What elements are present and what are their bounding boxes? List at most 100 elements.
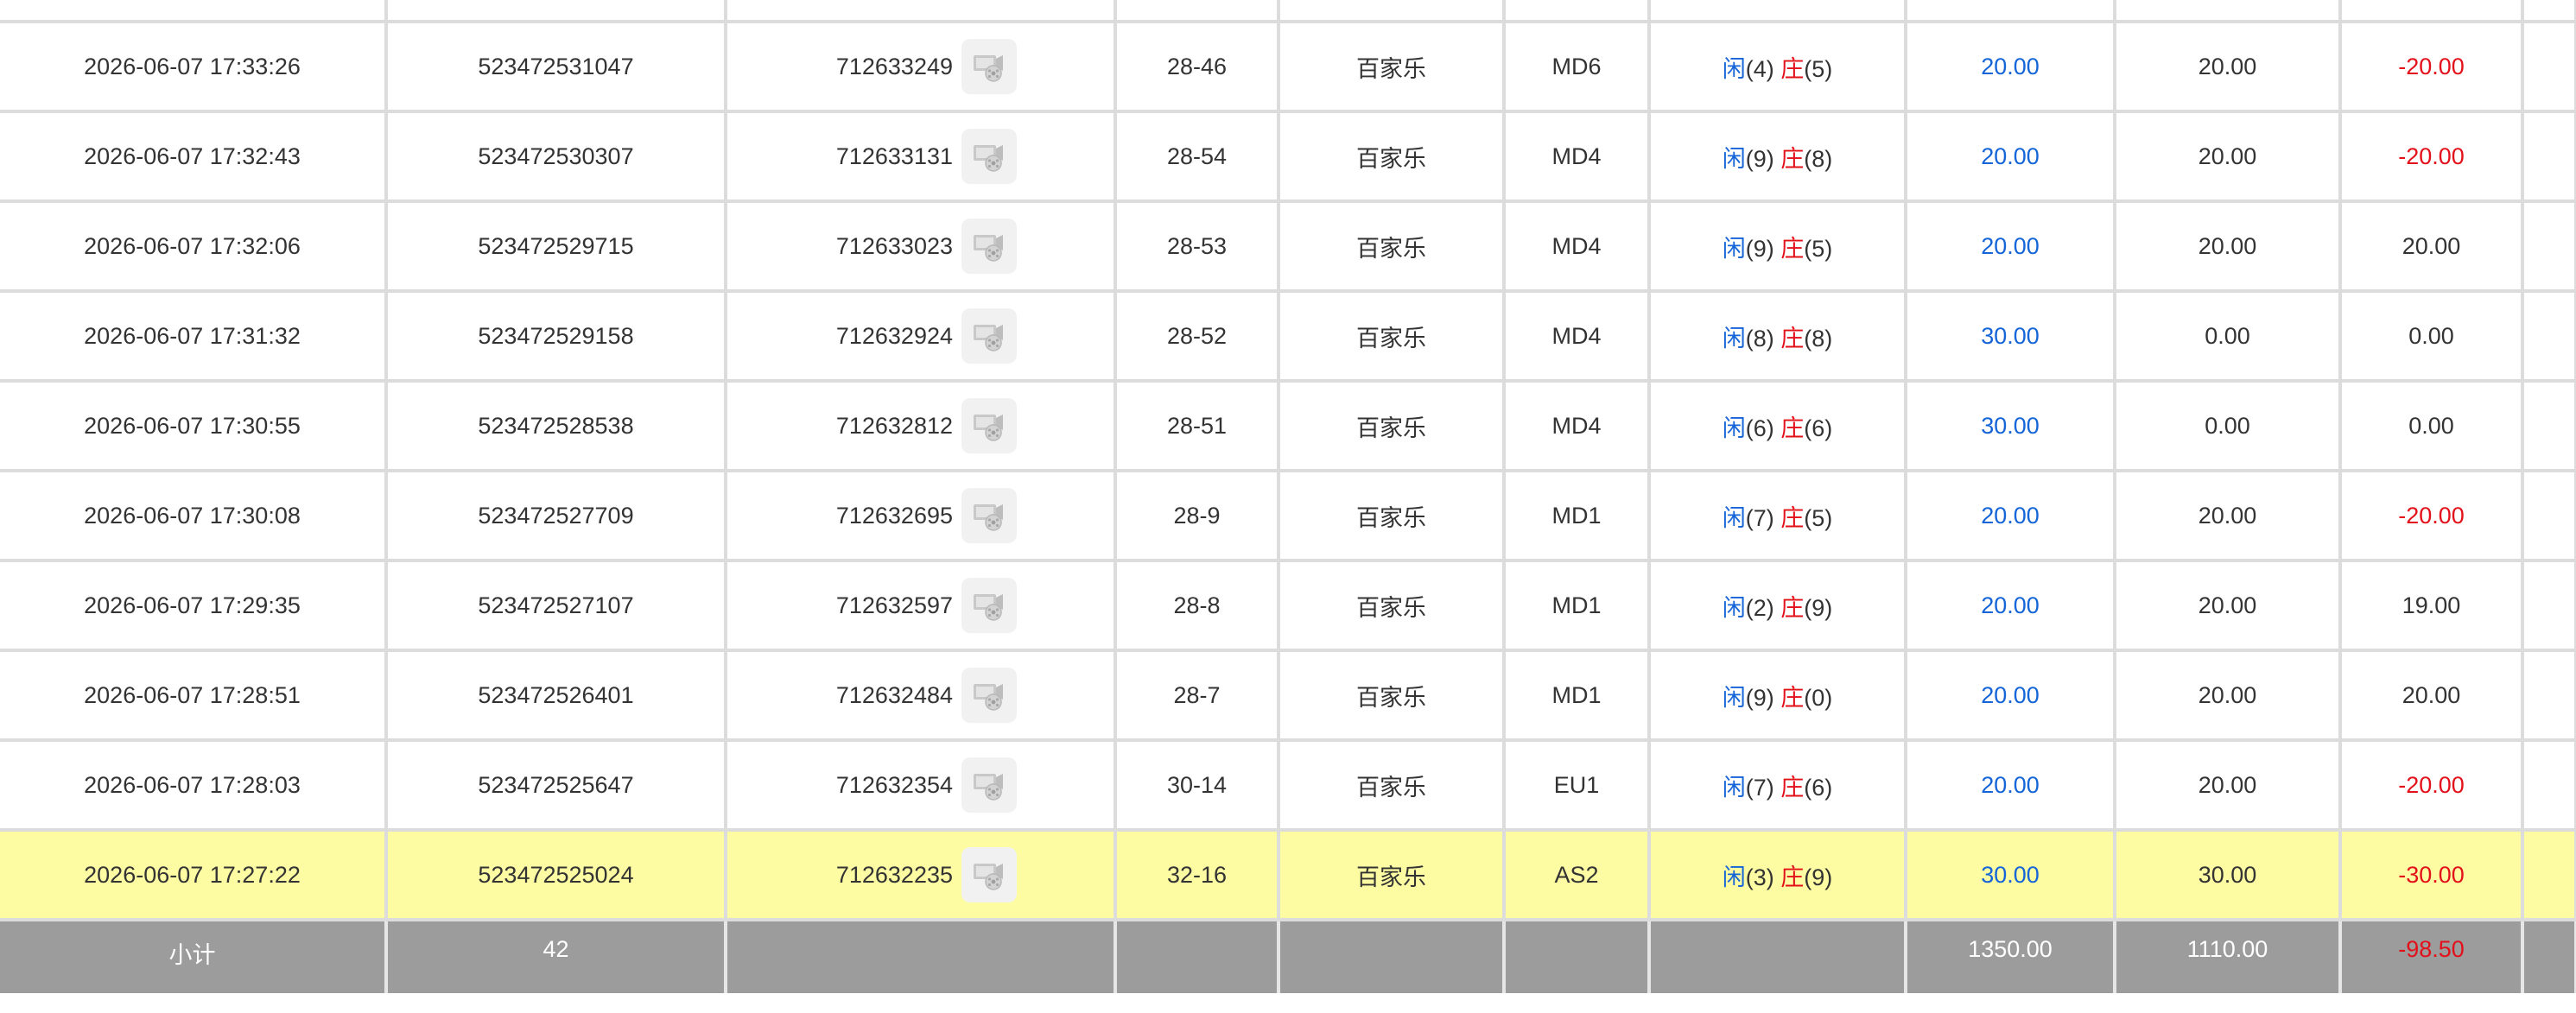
table-code-cell: MD1 [1502, 649, 1651, 742]
bet-time-cell: 2026-06-07 17:27:22 [0, 828, 388, 921]
banker-score: (9) [1804, 864, 1833, 890]
valid-bet-cell: 20.00 [2113, 469, 2342, 562]
table-code-cell: MD4 [1502, 110, 1651, 203]
banker-label: 庄 [1780, 55, 1805, 82]
player-score: (9) [1745, 684, 1774, 711]
table-row[interactable]: 2026-06-07 17:33:26 523472531047 7126332… [0, 20, 2576, 113]
valid-bet-cell: 30.00 [2113, 828, 2342, 921]
bet-id-cell: 523472527107 [384, 559, 727, 652]
game-type-cell: 百家乐 [1277, 738, 1506, 832]
game-type-cell: 百家乐 [1277, 379, 1506, 472]
round-id-cell: 712632924 [724, 289, 1117, 383]
table-row[interactable]: 2026-06-07 17:32:06 523472529715 7126330… [0, 199, 2576, 293]
replay-video-icon[interactable] [961, 308, 1017, 364]
table-row[interactable]: 2026-06-07 17:29:35 523472527107 7126325… [0, 559, 2576, 652]
player-label: 闲 [1722, 774, 1746, 801]
subtotal-count: 42 [384, 918, 727, 993]
empty-cell [2521, 379, 2576, 472]
game-type-cell: 百家乐 [1277, 469, 1506, 562]
table-code-cell: MD4 [1502, 289, 1651, 383]
banker-label: 庄 [1780, 684, 1805, 711]
bet-time-cell: 2026-06-07 17:29:35 [0, 559, 388, 652]
result-cell: 闲(4) 庄(5) [1647, 20, 1907, 113]
subtotal-bet: 1350.00 [1904, 918, 2116, 993]
player-label: 闲 [1722, 594, 1746, 621]
empty-cell [2521, 289, 2576, 383]
win-loss-cell: -20.00 [2338, 738, 2524, 832]
result-cell: 闲(7) 庄(6) [1647, 738, 1907, 832]
win-loss-cell: 0.00 [2338, 379, 2524, 472]
round-id-cell: 712632235 [724, 828, 1117, 921]
round-id-cell: 712633249 [724, 20, 1117, 113]
win-loss-cell: -20.00 [2338, 469, 2524, 562]
empty-cell [2521, 559, 2576, 652]
player-label: 闲 [1722, 684, 1746, 711]
banker-label: 庄 [1780, 864, 1805, 890]
game-type-cell: 百家乐 [1277, 289, 1506, 383]
table-row[interactable]: 2026-06-07 17:28:03 523472525647 7126323… [0, 738, 2576, 832]
round-id-cell: 712632484 [724, 649, 1117, 742]
subtotal-row: 小计 42 1350.00 1110.00 -98.50 [0, 918, 2576, 993]
bet-id-cell: 523472525647 [384, 738, 727, 832]
table-row[interactable]: 2026-06-07 17:32:43 523472530307 7126331… [0, 110, 2576, 203]
bet-id-cell: 523472529158 [384, 289, 727, 383]
shoe-round-cell: 28-52 [1114, 289, 1280, 383]
shoe-round-cell: 28-9 [1114, 469, 1280, 562]
replay-video-icon[interactable] [961, 218, 1017, 274]
banker-label: 庄 [1780, 504, 1805, 531]
bet-amount-cell: 30.00 [1904, 289, 2116, 383]
win-loss-cell: 19.00 [2338, 559, 2524, 652]
win-loss-cell: -20.00 [2338, 110, 2524, 203]
table-row-partial [0, 0, 2576, 23]
subtotal-win-loss: -98.50 [2338, 918, 2524, 993]
empty-cell [2521, 199, 2576, 293]
game-type-cell: 百家乐 [1277, 828, 1506, 921]
replay-video-icon[interactable] [961, 39, 1017, 94]
shoe-round-cell: 28-8 [1114, 559, 1280, 652]
player-label: 闲 [1722, 415, 1746, 441]
player-score: (7) [1745, 774, 1774, 801]
valid-bet-cell: 0.00 [2113, 289, 2342, 383]
bet-amount-cell: 20.00 [1904, 110, 2116, 203]
bet-amount-cell: 20.00 [1904, 20, 2116, 113]
replay-video-icon[interactable] [961, 129, 1017, 184]
replay-video-icon[interactable] [961, 757, 1017, 813]
player-score: (7) [1745, 504, 1774, 531]
replay-video-icon[interactable] [961, 847, 1017, 902]
banker-score: (5) [1804, 504, 1833, 531]
bet-id-cell: 523472527709 [384, 469, 727, 562]
banker-label: 庄 [1780, 594, 1805, 621]
bet-time-cell: 2026-06-07 17:32:43 [0, 110, 388, 203]
bet-history-table-container: 2026-06-07 17:33:26 523472531047 7126332… [0, 0, 2576, 1013]
replay-video-icon[interactable] [961, 488, 1017, 543]
bet-amount-cell: 20.00 [1904, 559, 2116, 652]
player-label: 闲 [1722, 145, 1746, 172]
shoe-round-cell: 32-16 [1114, 828, 1280, 921]
shoe-round-cell: 28-54 [1114, 110, 1280, 203]
table-row[interactable]: 2026-06-07 17:28:51 523472526401 7126324… [0, 649, 2576, 742]
bet-time-cell: 2026-06-07 17:32:06 [0, 199, 388, 293]
round-id-text: 712633249 [835, 53, 953, 79]
banker-score: (8) [1804, 325, 1833, 351]
table-row[interactable]: 2026-06-07 17:27:22 523472525024 7126322… [0, 828, 2576, 921]
win-loss-cell: 20.00 [2338, 649, 2524, 742]
player-score: (9) [1745, 145, 1774, 172]
game-type-cell: 百家乐 [1277, 559, 1506, 652]
replay-video-icon[interactable] [961, 578, 1017, 633]
bet-time-cell: 2026-06-07 17:31:32 [0, 289, 388, 383]
replay-video-icon[interactable] [961, 668, 1017, 723]
table-row[interactable]: 2026-06-07 17:30:55 523472528538 7126328… [0, 379, 2576, 472]
replay-video-icon[interactable] [961, 398, 1017, 453]
player-label: 闲 [1722, 864, 1746, 890]
bet-id-cell: 523472528538 [384, 379, 727, 472]
table-row[interactable]: 2026-06-07 17:30:08 523472527709 7126326… [0, 469, 2576, 562]
round-id-text: 712632695 [835, 502, 953, 529]
table-row[interactable]: 2026-06-07 17:31:32 523472529158 7126329… [0, 289, 2576, 383]
bet-id-cell: 523472526401 [384, 649, 727, 742]
bet-time-cell: 2026-06-07 17:28:51 [0, 649, 388, 742]
round-id-text: 712632354 [835, 771, 953, 798]
round-id-text: 712632924 [835, 322, 953, 349]
round-id-text: 712633131 [835, 142, 953, 169]
result-cell: 闲(7) 庄(5) [1647, 469, 1907, 562]
round-id-text: 712632812 [835, 412, 953, 439]
